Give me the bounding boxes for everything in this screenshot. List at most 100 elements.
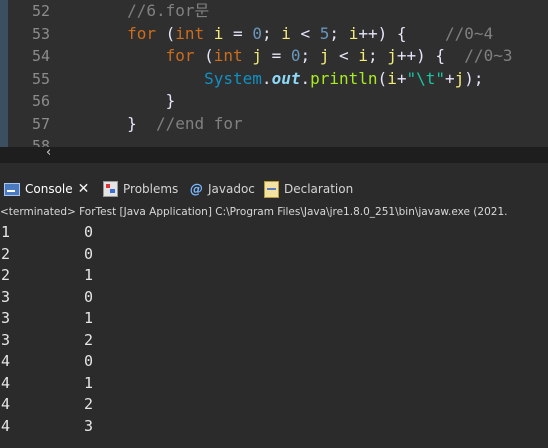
code-token: < — [290, 23, 320, 43]
code-token: ; — [300, 46, 320, 65]
code-line[interactable]: } //end for — [50, 113, 243, 136]
code-token: ); — [464, 68, 484, 88]
horizontal-scrollbar[interactable]: ‹ — [0, 145, 548, 163]
tab-javadoc[interactable]: @ Javadoc — [190, 179, 255, 199]
code-token: //6.for문 — [127, 1, 210, 20]
tab-label: Declaration — [284, 182, 354, 196]
scroll-left-icon[interactable]: ‹ — [46, 145, 51, 160]
output-i-value: 3 — [1, 287, 11, 306]
line-number-gutter: 52 53 54 55 56 57 58 — [8, 0, 50, 148]
code-token: 0 — [252, 23, 262, 43]
code-token: ++) { — [358, 23, 446, 43]
console-icon — [4, 182, 20, 196]
code-token: = — [261, 46, 291, 65]
code-token: . — [300, 68, 311, 88]
code-token: i — [387, 68, 397, 88]
output-i-value: 2 — [1, 244, 11, 263]
code-token: int — [175, 23, 205, 43]
code-token: "\t" — [406, 68, 445, 88]
javadoc-icon: @ — [190, 181, 203, 197]
tab-label: Console — [25, 182, 73, 196]
line-number: 56 — [31, 92, 50, 110]
code-token: println — [310, 68, 378, 88]
code-token: ( — [377, 68, 388, 88]
code-token: i — [358, 46, 368, 65]
code-token: j — [454, 68, 465, 88]
output-j-value: 1 — [84, 309, 94, 327]
code-token: j — [387, 46, 397, 65]
tab-label: Javadoc — [208, 182, 255, 196]
code-token: } — [165, 91, 176, 110]
output-j-value: 0 — [84, 244, 94, 263]
output-i-value: 2 — [1, 266, 11, 284]
code-token: ; — [261, 23, 282, 43]
tab-problems[interactable]: Problems — [103, 179, 178, 199]
code-line[interactable]: System.out.println(i+"\t"+j); — [50, 68, 484, 91]
output-i-value: 3 — [1, 330, 11, 349]
output-j-value: 1 — [84, 266, 94, 284]
code-token: = — [223, 23, 253, 43]
code-token: i — [348, 23, 359, 43]
output-j-value: 3 — [84, 416, 94, 435]
code-line[interactable]: for (int i = 0; i < 5; i++) { //0~4 — [50, 23, 493, 46]
output-i-value: 1 — [1, 223, 11, 241]
code-token: System — [204, 68, 262, 88]
code-token: } — [127, 113, 137, 133]
code-line[interactable]: } — [50, 90, 176, 113]
line-number: 53 — [31, 24, 50, 43]
code-token: ( — [155, 23, 176, 43]
line-number: 57 — [31, 114, 50, 133]
console-status-line: <terminated> ForTest [Java Application] … — [0, 206, 548, 223]
declaration-icon — [264, 180, 279, 198]
editor-ruler — [0, 0, 8, 148]
console-output[interactable]: 1 0 2 0 2 1 3 0 3 1 3 2 4 0 4 1 4 2 4 3 — [0, 222, 548, 448]
code-line[interactable]: //6.for문 — [50, 0, 209, 23]
code-token: for — [127, 23, 156, 43]
tab-label: Problems — [123, 182, 179, 196]
output-j-value: 2 — [84, 330, 94, 349]
code-token: i — [213, 23, 224, 43]
close-icon[interactable]: ✕ — [78, 181, 90, 197]
line-number: 54 — [31, 47, 50, 65]
code-token: < — [329, 46, 359, 65]
code-token: ++) { — [396, 46, 465, 65]
code-token: //end for — [155, 113, 243, 133]
code-token: i — [281, 23, 291, 43]
code-token: //0~3 — [464, 46, 513, 65]
code-token: 5 — [319, 23, 330, 43]
code-editor[interactable]: 52 53 54 55 56 57 58 //6.for문 for (int i… — [0, 0, 548, 148]
tab-console[interactable]: Console ✕ — [4, 179, 89, 199]
output-j-value: 1 — [84, 373, 94, 392]
output-i-value: 3 — [1, 309, 11, 327]
tab-declaration[interactable]: Declaration — [264, 179, 353, 199]
output-i-value: 4 — [1, 395, 11, 413]
code-token: //0~4 — [445, 23, 494, 43]
view-tab-bar: Console ✕ Problems @ Javadoc Declaration — [0, 176, 548, 202]
code-token: j — [319, 46, 330, 65]
output-j-value: 0 — [84, 287, 94, 306]
line-number: 55 — [31, 69, 50, 88]
code-line[interactable]: for (int j = 0; j < i; j++) { //0~3 — [50, 45, 513, 68]
output-j-value: 2 — [84, 395, 94, 413]
code-token: ; — [367, 46, 388, 65]
code-token: ( — [194, 46, 214, 65]
code-token: + — [445, 68, 455, 88]
output-i-value: 4 — [1, 352, 11, 370]
output-j-value: 0 — [84, 223, 94, 241]
code-token: out — [271, 68, 301, 88]
code-token: . — [261, 68, 272, 88]
code-token: for — [165, 46, 195, 65]
code-token: ; — [329, 23, 349, 43]
line-number: 52 — [31, 2, 50, 20]
output-i-value: 4 — [1, 416, 11, 435]
problems-icon — [103, 181, 118, 197]
